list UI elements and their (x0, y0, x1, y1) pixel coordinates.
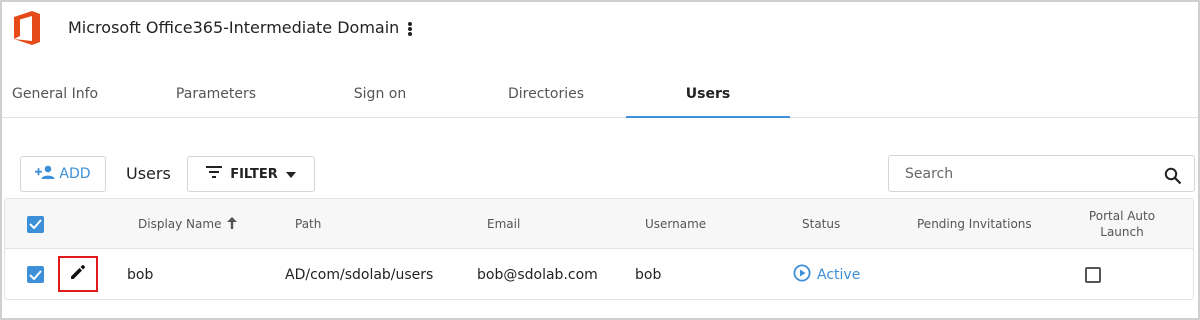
portal-auto-launch-checkbox[interactable] (1085, 249, 1101, 300)
add-user-button[interactable]: ADD (20, 156, 106, 192)
app-title: Microsoft Office365-Intermediate Domain (68, 18, 400, 37)
cell-path: AD/com/sdolab/users (285, 266, 434, 283)
cell-display-name: bob (127, 266, 154, 283)
filter-icon (206, 166, 223, 182)
edit-button[interactable] (58, 256, 98, 292)
column-header-pending-invitations[interactable]: Pending Invitations (917, 199, 1032, 249)
search-box (888, 155, 1195, 192)
cell-status: Active (793, 249, 860, 300)
column-label-display-name: Display Name (138, 217, 222, 231)
tab-sign-on[interactable]: Sign on (302, 70, 458, 117)
sort-ascending-icon (227, 216, 238, 232)
add-person-icon (35, 164, 55, 184)
users-table: Display Name Path Email Username Status … (4, 198, 1194, 300)
column-header-display-name[interactable]: Display Name (138, 199, 238, 249)
pencil-icon (69, 263, 87, 285)
tab-general-info[interactable]: General Info (2, 70, 102, 117)
cell-username: bob (635, 266, 662, 283)
search-input[interactable] (889, 156, 1149, 191)
checkbox-unchecked-icon (1085, 266, 1101, 283)
tab-parameters[interactable]: Parameters (138, 70, 294, 117)
cell-email: bob@sdolab.com (477, 266, 598, 283)
column-header-portal-auto-launch[interactable]: Portal Auto Launch (1077, 199, 1167, 249)
tab-directories[interactable]: Directories (468, 70, 624, 117)
caret-down-icon (285, 167, 296, 182)
filter-button-label: FILTER (230, 166, 278, 182)
search-icon[interactable] (1164, 167, 1182, 185)
checkbox-checked-icon (27, 266, 44, 283)
play-circle-icon (793, 264, 811, 286)
column-header-path[interactable]: Path (295, 199, 321, 249)
more-options-icon[interactable] (402, 18, 418, 40)
add-button-label: ADD (59, 166, 91, 182)
users-section-label: Users (126, 164, 171, 183)
status-active-link[interactable]: Active (817, 267, 860, 283)
column-header-username[interactable]: Username (645, 199, 706, 249)
tab-users[interactable]: Users (626, 70, 790, 118)
row-checkbox[interactable] (27, 249, 44, 300)
column-header-email[interactable]: Email (487, 199, 520, 249)
select-all-checkbox[interactable] (27, 199, 44, 249)
column-header-status[interactable]: Status (802, 199, 840, 249)
checkbox-checked-icon (27, 215, 44, 233)
table-header: Display Name Path Email Username Status … (5, 199, 1193, 249)
tab-bar: General Info Parameters Sign on Director… (2, 70, 1198, 118)
office-logo-icon (12, 10, 44, 46)
filter-button[interactable]: FILTER (187, 156, 315, 192)
